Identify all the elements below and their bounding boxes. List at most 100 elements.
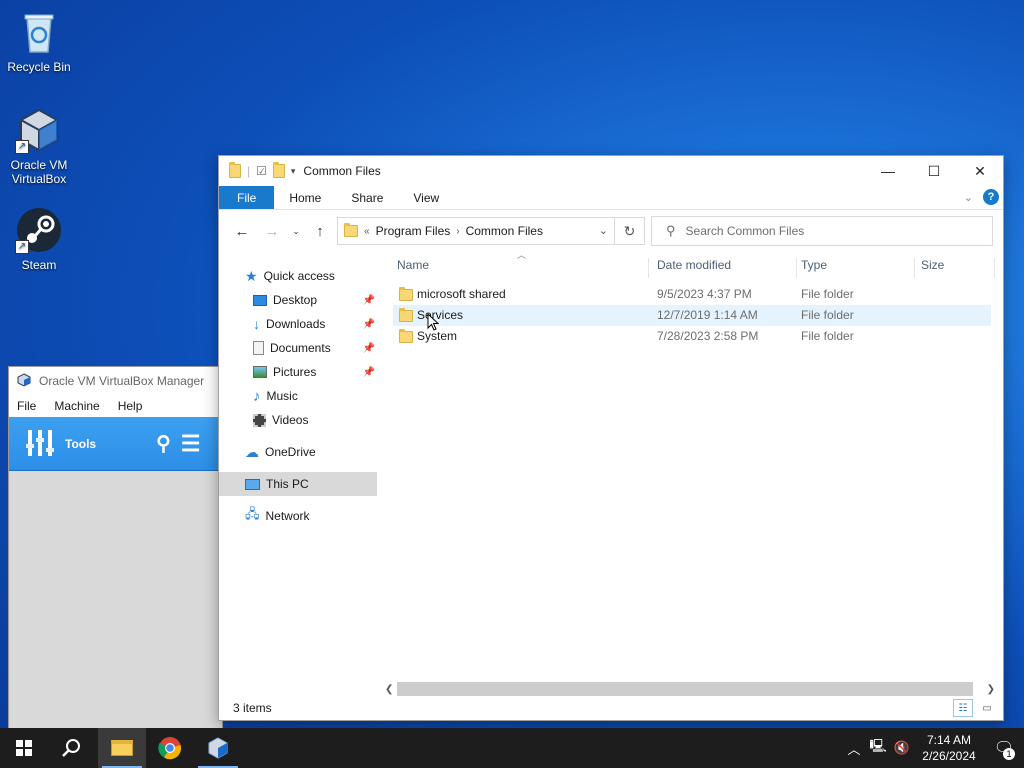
customize-qat-icon[interactable]: ▾ — [291, 166, 296, 177]
music-icon: ♪ — [253, 387, 261, 405]
column-header-label: Size — [921, 258, 945, 272]
action-center-button[interactable]: 🗨 1 — [984, 728, 1024, 768]
horizontal-scrollbar[interactable]: ❮ ❯ — [383, 681, 997, 697]
desktop-icon-label: Recycle Bin — [7, 60, 71, 74]
expand-ribbon-icon[interactable]: ⌄ — [964, 191, 973, 204]
sidebar-item-label: Documents — [270, 341, 331, 355]
column-header-type[interactable]: Type — [795, 258, 915, 278]
list-menu-icon[interactable]: ☰ — [181, 431, 201, 457]
sidebar-item-label: Music — [266, 389, 298, 403]
sidebar-item-videos[interactable]: Videos — [219, 408, 377, 432]
vbox-menu-machine[interactable]: Machine — [54, 399, 99, 413]
large-icons-view-icon[interactable]: ▭ — [977, 699, 997, 717]
sidebar-item-quick-access[interactable]: ★ Quick access — [219, 264, 377, 288]
up-button[interactable]: ↑ — [307, 218, 333, 244]
download-icon: ↓ — [253, 316, 260, 332]
file-row-system[interactable]: System 7/28/2023 2:58 PM File folder — [393, 326, 991, 347]
network-icon[interactable]: 🖳 — [866, 737, 890, 759]
navigation-pane: ★ Quick access Desktop 📌 ↓ Downloads 📌 D… — [219, 252, 377, 692]
sidebar-item-this-pc[interactable]: This PC — [219, 472, 377, 496]
sidebar-item-documents[interactable]: Documents 📌 — [219, 336, 377, 360]
volume-muted-icon[interactable]: 🔇 — [890, 740, 914, 756]
folder-icon — [399, 308, 413, 322]
file-explorer-window[interactable]: | ☑ ▾ Common Files — ☐ ✕ File Home Share… — [218, 155, 1004, 721]
clock[interactable]: 7:14 AM 2/26/2024 — [914, 732, 984, 764]
close-button[interactable]: ✕ — [957, 156, 1003, 186]
chrome-icon — [158, 737, 182, 760]
sidebar-item-music[interactable]: ♪ Music — [219, 384, 377, 408]
start-button[interactable] — [0, 728, 48, 768]
recent-locations-chevron-down-icon[interactable]: ⌄ — [289, 218, 303, 244]
refresh-button[interactable]: ↻ — [614, 218, 644, 244]
back-button[interactable]: ← — [229, 218, 255, 244]
desktop-icon-label: Steam — [21, 258, 57, 272]
explorer-titlebar[interactable]: | ☑ ▾ Common Files — ☐ ✕ — [219, 156, 1003, 186]
show-hidden-icons-chevron-up-icon[interactable]: ︿ — [842, 739, 866, 758]
virtualbox-icon — [208, 737, 228, 759]
minimize-button[interactable]: — — [865, 156, 911, 186]
breadcrumb-separator-icon[interactable]: › — [456, 226, 459, 237]
sidebar-item-label: Network — [265, 509, 310, 523]
desktop-icon-virtualbox[interactable]: ↗ Oracle VM VirtualBox — [1, 106, 77, 186]
taskbar-file-explorer[interactable] — [98, 728, 146, 768]
folder-icon — [399, 329, 413, 343]
taskbar-chrome[interactable] — [146, 728, 194, 768]
forward-button[interactable]: → — [259, 218, 285, 244]
tab-share[interactable]: Share — [336, 186, 398, 209]
breadcrumb-common-files[interactable]: Common Files — [466, 224, 543, 238]
new-folder-icon[interactable] — [272, 162, 285, 178]
properties-icon[interactable]: ☑ — [256, 164, 267, 178]
address-dropdown-icon[interactable]: ⌄ — [599, 224, 608, 237]
column-header-label: Name — [397, 258, 430, 272]
file-row-microsoft-shared[interactable]: microsoft shared 9/5/2023 4:37 PM File f… — [393, 284, 991, 305]
vbox-menu-file[interactable]: File — [17, 399, 36, 413]
sidebar-item-pictures[interactable]: Pictures 📌 — [219, 360, 377, 384]
breadcrumb-program-files[interactable]: Program Files — [376, 224, 451, 238]
sidebar-item-label: Pictures — [273, 365, 317, 379]
desktop-icon-recycle-bin[interactable]: Recycle Bin — [1, 8, 77, 74]
tab-home[interactable]: Home — [274, 186, 336, 209]
column-header-name[interactable]: Name — [391, 258, 649, 278]
sidebar-item-desktop[interactable]: Desktop 📌 — [219, 288, 377, 312]
folder-icon — [229, 162, 241, 178]
column-header-label: Date modified — [657, 258, 732, 272]
sidebar-item-onedrive[interactable]: ☁ OneDrive — [219, 440, 377, 464]
tab-view[interactable]: View — [398, 186, 454, 209]
sidebar-item-network[interactable]: 🖧 Network — [219, 504, 377, 528]
network-icon: 🖧 — [245, 506, 260, 521]
file-type: File folder — [801, 287, 854, 301]
maximize-button[interactable]: ☐ — [911, 156, 957, 186]
scrollbar-thumb[interactable] — [397, 682, 973, 696]
clock-time: 7:14 AM — [926, 733, 972, 747]
file-row-services[interactable]: Services 12/7/2019 1:14 AM File folder — [393, 305, 991, 331]
column-header-size[interactable]: Size — [915, 258, 995, 278]
pin-icon: 📌 — [362, 294, 375, 306]
desktop-icon-steam[interactable]: ↗ Steam — [1, 206, 77, 272]
scroll-left-icon[interactable]: ❮ — [385, 684, 393, 695]
scroll-right-icon[interactable]: ❯ — [987, 684, 995, 695]
overflow-chevron-icon[interactable]: « — [364, 226, 370, 237]
search-box[interactable]: ⚲ Search Common Files — [651, 216, 993, 246]
tab-file[interactable]: File — [219, 186, 275, 209]
video-icon — [253, 413, 266, 427]
vbox-titlebar[interactable]: Oracle VM VirtualBox Manager — [9, 367, 222, 395]
file-explorer-icon — [111, 740, 133, 756]
help-icon[interactable]: ? — [983, 189, 999, 205]
virtualbox-manager-window[interactable]: Oracle VM VirtualBox Manager File Machin… — [8, 366, 223, 730]
search-button[interactable] — [48, 728, 96, 768]
quick-access-toolbar: | ☑ ▾ — [229, 162, 296, 178]
cloud-icon: ☁ — [245, 443, 259, 460]
sidebar-item-downloads[interactable]: ↓ Downloads 📌 — [219, 312, 377, 336]
pin-icon[interactable]: ⚲ — [156, 431, 171, 456]
taskbar-virtualbox[interactable] — [194, 728, 242, 768]
column-header-date[interactable]: Date modified — [651, 258, 797, 278]
vbox-title: Oracle VM VirtualBox Manager — [39, 374, 205, 388]
details-view-icon[interactable]: ☷ — [953, 699, 973, 717]
address-bar[interactable]: « Program Files › Common Files ⌄ ↻ — [337, 217, 645, 245]
separator: | — [247, 164, 251, 178]
vbox-menu-help[interactable]: Help — [118, 399, 143, 413]
vbox-tools-item[interactable]: Tools ⚲ ☰ — [9, 417, 222, 471]
file-type: File folder — [801, 329, 854, 343]
clock-date: 2/26/2024 — [922, 749, 976, 763]
desktop-icon — [253, 294, 267, 306]
